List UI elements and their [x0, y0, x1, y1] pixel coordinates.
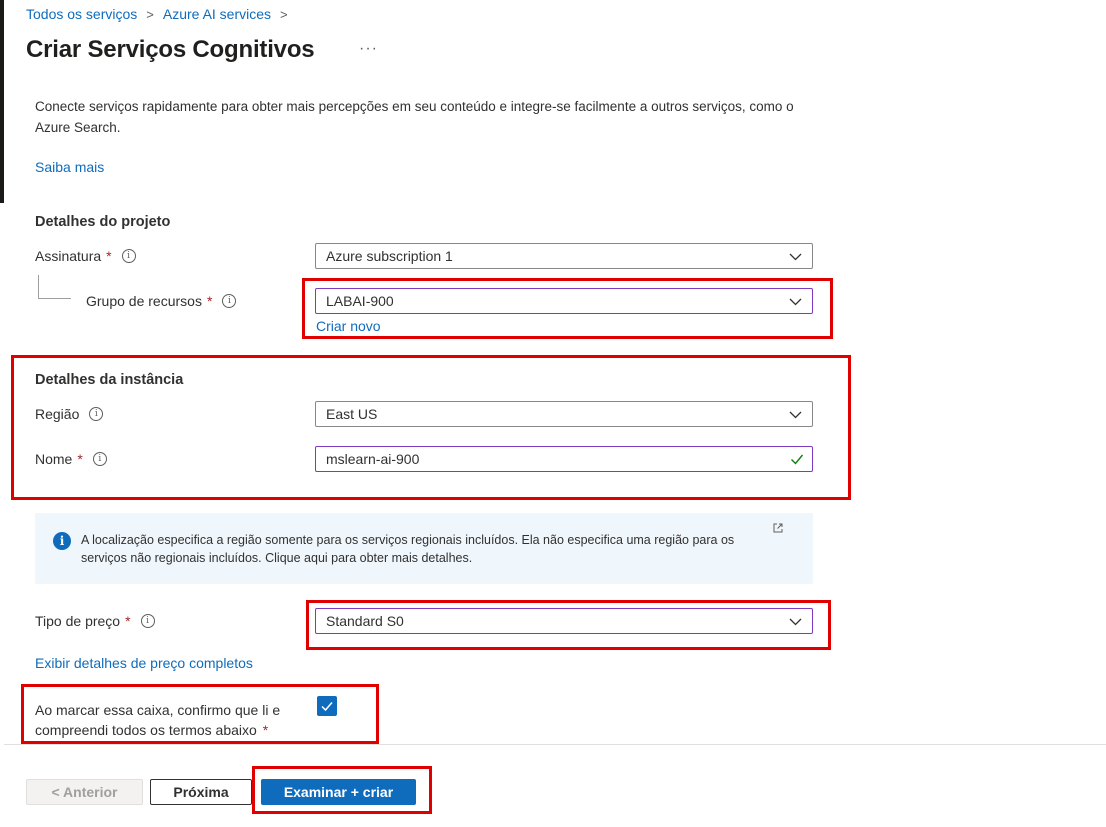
- subscription-value: Azure subscription 1: [326, 248, 453, 264]
- highlight-box-review-create: [252, 766, 432, 814]
- resource-group-label-text: Grupo de recursos: [86, 293, 202, 309]
- learn-more-link[interactable]: Saiba mais: [35, 159, 104, 175]
- breadcrumb: Todos os serviços > Azure AI services >: [26, 6, 297, 22]
- required-asterisk: *: [106, 248, 112, 264]
- resource-group-label: Grupo de recursos * i: [86, 293, 237, 309]
- required-asterisk: *: [206, 293, 213, 309]
- pricing-tier-label-text: Tipo de preço: [35, 613, 121, 629]
- info-icon[interactable]: i: [121, 249, 136, 263]
- page-title: Criar Serviços Cognitivos: [26, 36, 315, 63]
- subscription-label: Assinatura * i: [35, 248, 136, 264]
- highlight-box-terms: [21, 684, 379, 744]
- required-asterisk: *: [125, 613, 131, 629]
- chevron-right-icon: >: [280, 6, 288, 22]
- external-link-icon: [773, 523, 783, 533]
- breadcrumb-all-services[interactable]: Todos os serviços: [26, 6, 137, 22]
- highlight-box-instance: [11, 355, 851, 500]
- location-info-text: A localização especifica a região soment…: [81, 533, 735, 565]
- highlight-box-resource-group: [302, 278, 833, 339]
- project-details-heading: Detalhes do projeto: [35, 214, 171, 230]
- left-edge-bar: [0, 0, 4, 203]
- tree-connector: [38, 275, 71, 299]
- info-filled-icon: i: [53, 532, 71, 550]
- previous-button[interactable]: < Anterior: [26, 779, 143, 805]
- chevron-right-icon: >: [146, 6, 154, 22]
- more-options-icon[interactable]: ···: [359, 40, 378, 58]
- info-icon[interactable]: i: [222, 294, 237, 308]
- subscription-select[interactable]: Azure subscription 1: [315, 243, 813, 269]
- footer-divider: [4, 744, 1106, 745]
- pricing-details-link[interactable]: Exibir detalhes de preço completos: [35, 655, 253, 671]
- highlight-box-pricing: [306, 600, 831, 650]
- location-info-box[interactable]: i A localização especifica a região some…: [35, 513, 813, 584]
- breadcrumb-azure-ai-services[interactable]: Azure AI services: [163, 6, 271, 22]
- subscription-label-text: Assinatura: [35, 248, 102, 264]
- info-icon[interactable]: i: [140, 614, 155, 628]
- pricing-tier-label: Tipo de preço * i: [35, 613, 155, 629]
- page-description: Conecte serviços rapidamente para obter …: [35, 99, 794, 135]
- next-button[interactable]: Próxima: [150, 779, 252, 805]
- chevron-down-icon: [789, 253, 802, 260]
